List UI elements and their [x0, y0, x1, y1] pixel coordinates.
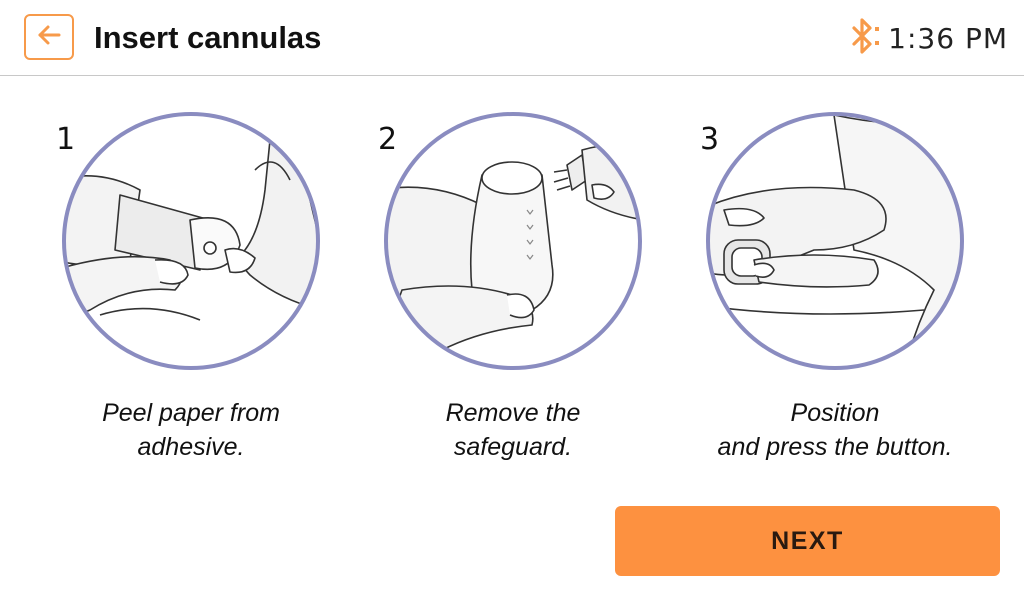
- peel-paper-illustration: [60, 110, 322, 372]
- step-caption: Remove the safeguard.: [445, 399, 581, 461]
- bluetooth-icon: [848, 17, 882, 60]
- position-press-illustration: [704, 110, 966, 372]
- back-button[interactable]: [24, 14, 74, 60]
- clock-time: 1:36 PM: [888, 21, 1008, 55]
- step-3: 3 Position and press the button.: [700, 100, 1000, 480]
- step-caption: Peel paper from adhesive.: [102, 399, 280, 461]
- arrow-left-icon: [36, 24, 62, 51]
- page-title: Insert cannulas: [94, 20, 322, 55]
- step-2: 2 Remove the safeguard.: [378, 100, 678, 480]
- remove-safeguard-illustration: [382, 110, 644, 372]
- step-caption: Position and press the button.: [717, 399, 953, 461]
- status-area: 1:36 PM: [848, 17, 1008, 60]
- next-button[interactable]: NEXT: [615, 506, 1000, 576]
- top-bar: Insert cannulas 1:36 PM: [0, 0, 1024, 76]
- step-1: 1 Peel paper from adhesive.: [56, 100, 356, 480]
